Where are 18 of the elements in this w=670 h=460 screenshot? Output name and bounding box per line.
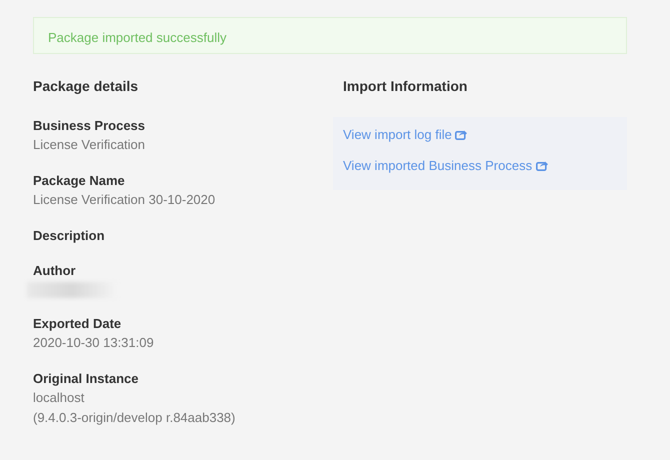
field-label: Original Instance bbox=[33, 370, 140, 388]
field-label: Package Name bbox=[33, 172, 126, 190]
field-value: 2020-10-30 13:31:09 bbox=[33, 334, 155, 352]
section-title: Package details bbox=[33, 77, 140, 96]
external-link-icon bbox=[455, 129, 468, 140]
success-alert: Package imported successfully bbox=[33, 17, 627, 54]
field-label: Author bbox=[33, 262, 77, 280]
field-value: License Verification 30-10-2020 bbox=[33, 191, 216, 209]
field-value: (9.4.0.3-origin/develop r.84aab338) bbox=[33, 409, 236, 427]
external-link[interactable]: View imported Business Process bbox=[343, 156, 548, 175]
section-title: Import Information bbox=[343, 77, 468, 96]
field-label: Description bbox=[33, 227, 106, 245]
field-value: License Verification bbox=[33, 136, 146, 154]
field-label: Business Process bbox=[33, 117, 146, 135]
external-link[interactable]: View import log file bbox=[343, 125, 468, 144]
field-value: localhost bbox=[33, 389, 86, 407]
external-link-icon bbox=[536, 160, 548, 170]
field-label: Exported Date bbox=[33, 315, 122, 333]
